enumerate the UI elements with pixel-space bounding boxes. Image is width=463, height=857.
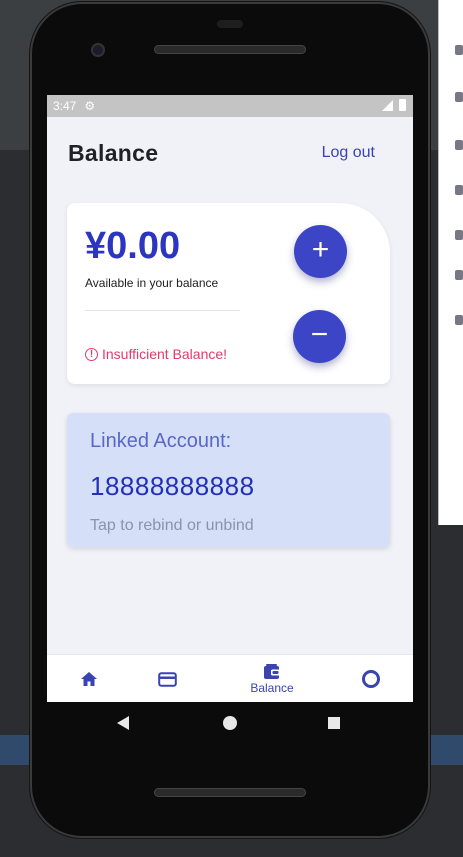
bottom-navigation: Balance xyxy=(47,654,413,702)
background-side-panel xyxy=(438,0,463,525)
insufficient-balance-warning: ! Insufficient Balance! xyxy=(85,346,227,362)
balance-card: ¥0.00 Available in your balance ! Insuff… xyxy=(67,203,390,384)
home-button-icon[interactable] xyxy=(223,716,237,730)
front-camera xyxy=(91,43,105,57)
card-icon xyxy=(157,671,177,687)
top-speaker xyxy=(154,45,306,54)
page-title: Balance xyxy=(68,140,159,166)
add-funds-button[interactable]: + xyxy=(294,225,347,278)
phone-frame: 3:47 ⚙ Balance Log out ¥0.00 Available i… xyxy=(30,2,430,838)
logout-button[interactable]: Log out xyxy=(322,144,375,162)
linked-account-hint: Tap to rebind or unbind xyxy=(90,517,254,534)
linked-account-number: 18888888888 xyxy=(90,471,255,501)
nav-home[interactable] xyxy=(69,655,109,702)
profile-ring-icon xyxy=(362,670,380,688)
signal-icon xyxy=(382,100,393,111)
withdraw-button[interactable]: − xyxy=(293,310,346,363)
wallet-icon xyxy=(264,663,280,679)
balance-amount: ¥0.00 xyxy=(85,225,181,267)
linked-account-title: Linked Account: xyxy=(90,430,232,452)
status-bar: 3:47 ⚙ xyxy=(47,95,413,117)
nav-balance-label: Balance xyxy=(250,680,294,695)
battery-icon xyxy=(399,99,406,111)
divider xyxy=(85,310,240,311)
home-icon xyxy=(81,672,97,686)
linked-account-card[interactable]: Linked Account: 18888888888 Tap to rebin… xyxy=(67,413,390,547)
alert-circle-icon: ! xyxy=(85,347,98,361)
status-time: 3:47 xyxy=(53,99,77,113)
nav-balance[interactable]: Balance xyxy=(237,655,307,702)
nav-profile[interactable] xyxy=(351,655,391,702)
earpiece xyxy=(217,20,243,28)
warning-text: Insufficient Balance! xyxy=(102,346,228,362)
nav-card[interactable] xyxy=(147,655,187,702)
app-screen: 3:47 ⚙ Balance Log out ¥0.00 Available i… xyxy=(47,95,413,702)
bottom-speaker xyxy=(154,788,306,797)
system-navigation-bar xyxy=(47,702,413,746)
balance-amount-label: Available in your balance xyxy=(85,276,219,290)
settings-gear-icon: ⚙ xyxy=(84,99,96,113)
recent-apps-icon[interactable] xyxy=(328,717,340,729)
back-icon[interactable] xyxy=(117,716,129,730)
